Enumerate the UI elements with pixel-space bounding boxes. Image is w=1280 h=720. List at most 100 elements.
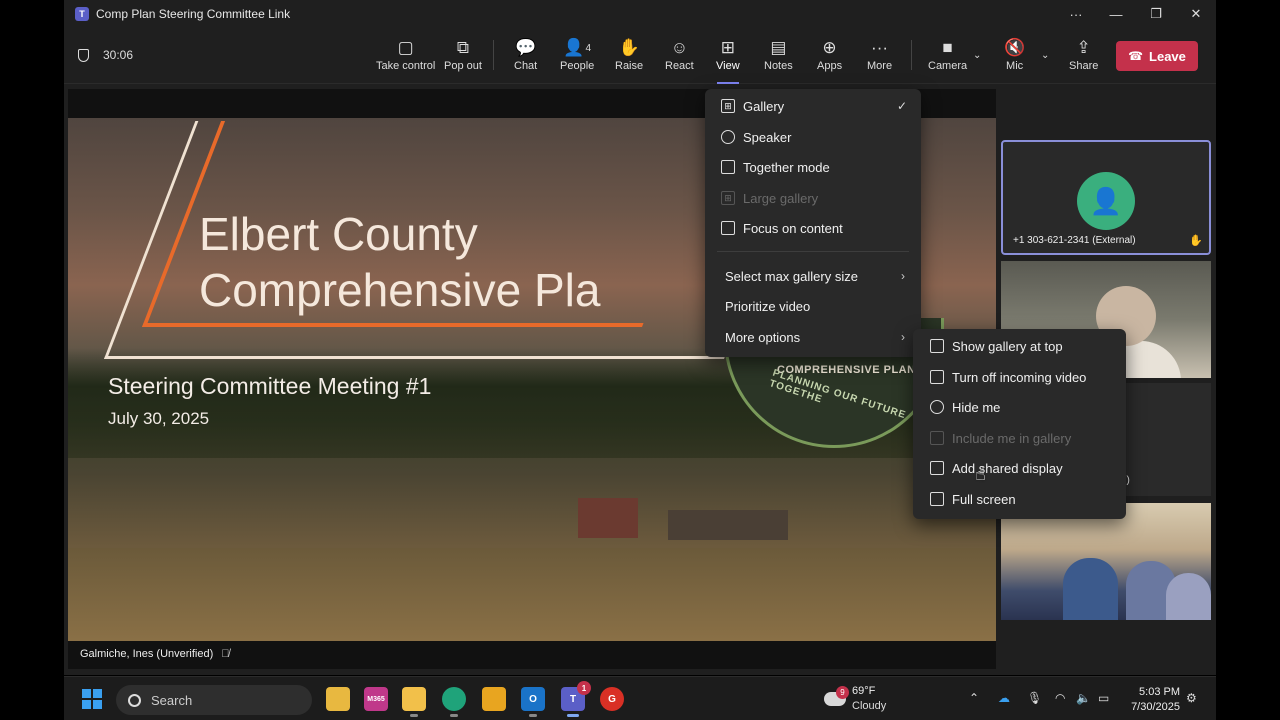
room-person bbox=[1063, 558, 1118, 620]
presenter-caption: Galmiche, Ines (Unverified) 🎙̸ bbox=[80, 648, 230, 660]
mic-options-chevron-icon[interactable]: ⌄ bbox=[1041, 50, 1049, 61]
slide-barn bbox=[578, 498, 638, 538]
speaker-icon bbox=[721, 130, 735, 144]
menu-item-focus-on-content[interactable]: Focus on content bbox=[705, 213, 921, 243]
video-off-icon bbox=[930, 370, 944, 384]
menu-item-speaker[interactable]: Speaker bbox=[705, 122, 921, 152]
file-explorer-icon[interactable] bbox=[326, 687, 350, 711]
close-button[interactable]: ✕ bbox=[1176, 0, 1216, 28]
share-label: Share bbox=[1069, 60, 1099, 72]
slide-corral bbox=[668, 510, 788, 540]
participant-tile[interactable]: 👤 +1 303-621-2341 (External) ✋ bbox=[1001, 140, 1211, 255]
focus-content-icon bbox=[721, 221, 735, 235]
restore-button[interactable]: ❐ bbox=[1136, 0, 1176, 28]
menu-item-gallery[interactable]: ⊞ Gallery ✓ bbox=[705, 91, 921, 121]
hand-cursor-icon: ☝ bbox=[975, 464, 986, 484]
menu-divider bbox=[717, 251, 909, 252]
taskbar-search[interactable]: Search bbox=[116, 685, 312, 715]
menu-item-label: Focus on content bbox=[743, 220, 843, 236]
menu-item-label: Turn off incoming video bbox=[952, 369, 1087, 385]
title-bar: T Comp Plan Steering Committee Link ··· … bbox=[64, 0, 1216, 28]
temperature: 69°F bbox=[852, 685, 876, 697]
weather-badge: 9 bbox=[836, 686, 849, 699]
slide-headline-line1: Elbert County bbox=[199, 208, 478, 260]
menu-item-label: Add shared display bbox=[952, 460, 1063, 476]
take-control-button[interactable]: ▢ Take control bbox=[376, 38, 435, 78]
google-app-icon[interactable]: G bbox=[600, 687, 624, 711]
onedrive-icon[interactable]: ☁ bbox=[998, 691, 1010, 705]
camera-options-chevron-icon[interactable]: ⌄ bbox=[973, 50, 981, 61]
folder-icon[interactable] bbox=[402, 687, 426, 717]
menu-item-full-screen[interactable]: Full screen bbox=[913, 484, 1126, 514]
people-label: People bbox=[560, 60, 595, 72]
view-icon: ⊞ bbox=[720, 38, 735, 57]
menu-item-hide-me[interactable]: Hide me bbox=[913, 392, 1126, 422]
chat-icon: 💬 bbox=[515, 38, 537, 57]
store-icon[interactable] bbox=[482, 687, 506, 711]
room-person bbox=[1166, 573, 1211, 620]
notifications-bell-icon[interactable]: ⚙ bbox=[1186, 691, 1197, 705]
menu-item-show-gallery-at-top[interactable]: Show gallery at top bbox=[913, 331, 1126, 361]
pop-out-icon: ⧉ bbox=[456, 38, 470, 57]
outlook-icon[interactable]: O bbox=[521, 687, 545, 717]
share-icon: ⇪ bbox=[1076, 38, 1091, 57]
mic-muted-tray-icon[interactable]: 🎙 bbox=[1027, 691, 1042, 705]
menu-item-add-shared-display[interactable]: Add shared display bbox=[913, 453, 1126, 483]
people-count: 4 bbox=[585, 42, 591, 54]
person-avatar-icon: 👤 bbox=[1077, 172, 1135, 230]
raised-hand-icon: ✋ bbox=[1189, 235, 1203, 247]
camera-button[interactable]: ■ Camera bbox=[928, 38, 967, 78]
windows-start-icon[interactable] bbox=[82, 689, 102, 709]
window-more-button[interactable]: ··· bbox=[1056, 0, 1096, 28]
react-icon: ☺ bbox=[670, 38, 689, 57]
external-display-icon bbox=[930, 461, 944, 475]
slide-date: July 30, 2025 bbox=[108, 409, 210, 428]
share-button[interactable]: ⇪ Share bbox=[1069, 38, 1098, 78]
camera-icon: ■ bbox=[942, 38, 953, 57]
view-menu: ⊞ Gallery ✓ Speaker Together mode ⊞ Larg… bbox=[705, 89, 921, 357]
eye-hidden-icon bbox=[930, 400, 944, 414]
volume-muted-icon[interactable]: 🔈 bbox=[1076, 691, 1091, 705]
mic-button[interactable]: 🔇 Mic bbox=[1004, 38, 1025, 78]
include-me-icon bbox=[930, 431, 944, 445]
edge-icon[interactable] bbox=[442, 687, 466, 717]
slide-headline-line2: Comprehensive Pla bbox=[199, 264, 601, 316]
minimize-button[interactable]: — bbox=[1096, 0, 1136, 28]
more-button[interactable]: ··· More bbox=[867, 38, 892, 78]
show-hidden-icons-chevron-icon[interactable]: ⌃ bbox=[969, 691, 979, 705]
window-title: Comp Plan Steering Committee Link bbox=[96, 7, 291, 21]
raise-hand-button[interactable]: ✋ Raise bbox=[615, 38, 643, 78]
battery-icon[interactable]: ▭ bbox=[1098, 691, 1109, 705]
apps-button[interactable]: ⊕ Apps bbox=[817, 38, 842, 78]
menu-item-together-mode[interactable]: Together mode bbox=[705, 152, 921, 182]
shield-icon bbox=[78, 48, 89, 62]
together-mode-icon bbox=[721, 160, 735, 174]
menu-item-turn-off-incoming-video[interactable]: Turn off incoming video bbox=[913, 362, 1126, 392]
microsoft365-icon[interactable]: M365 bbox=[364, 687, 388, 711]
weather-widget[interactable]: 9 69°F Cloudy bbox=[824, 684, 904, 716]
wifi-icon[interactable]: ◠ bbox=[1055, 691, 1065, 705]
room-video-tile[interactable] bbox=[1001, 503, 1211, 620]
more-icon: ··· bbox=[871, 38, 889, 57]
windows-taskbar: Search M365 O T 1 G 9 69°F Cloudy ⌃ ☁ 🎙 … bbox=[64, 676, 1216, 720]
menu-item-prioritize-video[interactable]: Prioritize video bbox=[705, 291, 921, 321]
search-icon bbox=[128, 693, 141, 707]
chevron-right-icon: › bbox=[901, 330, 905, 344]
teams-icon[interactable]: T 1 bbox=[561, 681, 591, 717]
camera-label: Camera bbox=[928, 60, 968, 72]
menu-item-more-options[interactable]: More options › bbox=[705, 322, 921, 352]
system-clock[interactable]: 5:03 PM 7/30/2025 bbox=[1124, 685, 1180, 715]
pop-out-button[interactable]: ⧉ Pop out bbox=[444, 38, 482, 78]
view-button[interactable]: ⊞ View bbox=[716, 38, 740, 78]
checkmark-icon: ✓ bbox=[896, 99, 907, 113]
notes-button[interactable]: ▤ Notes bbox=[764, 38, 793, 78]
presenter-name: Galmiche, Ines (Unverified) bbox=[80, 648, 214, 660]
leave-button[interactable]: ☎ Leave bbox=[1116, 41, 1198, 71]
react-button[interactable]: ☺ React bbox=[665, 38, 694, 78]
raise-hand-icon: ✋ bbox=[618, 38, 640, 57]
menu-item-select-max-gallery-size[interactable]: Select max gallery size › bbox=[705, 261, 921, 291]
chat-button[interactable]: 💬 Chat bbox=[514, 38, 537, 78]
gallery-top-icon bbox=[930, 339, 944, 353]
mic-label: Mic bbox=[1006, 60, 1024, 72]
people-button[interactable]: 👤 4 People bbox=[560, 38, 594, 78]
